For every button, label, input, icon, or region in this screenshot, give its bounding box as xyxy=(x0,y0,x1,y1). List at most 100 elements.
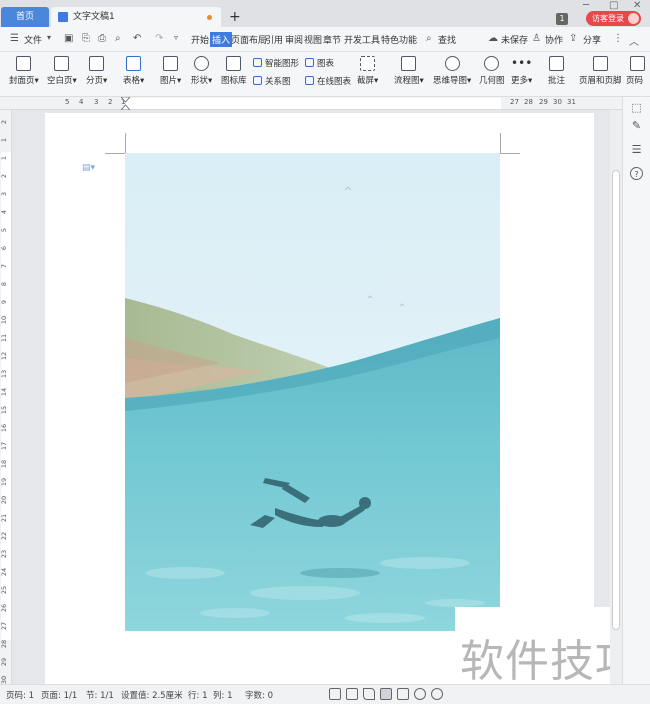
menu-item-3[interactable]: 引用 xyxy=(265,33,283,46)
share-icon[interactable]: ⇪ xyxy=(569,33,577,44)
export-icon[interactable]: ⎘ xyxy=(82,33,90,44)
online-chart-button[interactable]: 在线图表 xyxy=(305,75,351,87)
status-row[interactable]: 行: 1 xyxy=(188,689,207,701)
collapse-ribbon-icon[interactable]: ︿ xyxy=(629,33,639,48)
status-page-num[interactable]: 页码: 1 xyxy=(6,689,34,701)
table-label: 表格 xyxy=(123,76,141,86)
status-setting[interactable]: 设置值: 2.5厘米 xyxy=(121,689,183,701)
vertical-ruler[interactable]: 2 1 1 2 3 4 5 6 7 8 9 10 11 12 13 14 15 16 17 18 19 20 21 22 23 2… xyxy=(0,110,12,684)
help-icon[interactable]: ? xyxy=(630,167,643,180)
document-icon xyxy=(58,12,68,22)
picture-button[interactable]: 图片▾ xyxy=(160,56,181,86)
menu-item-4[interactable]: 审阅 xyxy=(285,33,303,46)
preview-icon[interactable]: ⌕ xyxy=(115,33,121,44)
menu-item-0[interactable]: 开始 xyxy=(191,33,209,46)
smart-shape-button[interactable]: 智能图形 xyxy=(253,57,299,69)
status-pages[interactable]: 页面: 1/1 xyxy=(41,689,77,701)
shape-icon xyxy=(194,56,210,71)
menu-item-6[interactable]: 章节 xyxy=(323,33,341,46)
tab-home[interactable]: 首页 xyxy=(1,7,49,27)
menu-item-5[interactable]: 视图 xyxy=(304,33,322,46)
vertical-ruler-number: 27 xyxy=(0,622,8,630)
menu-item-7[interactable]: 开发工具 xyxy=(344,33,380,46)
menu-item-8[interactable]: 特色功能 xyxy=(381,33,417,46)
save-icon[interactable]: ▣ xyxy=(64,33,73,44)
comment-button[interactable]: 批注 xyxy=(548,56,565,86)
page-number-icon xyxy=(630,56,645,71)
relation-button[interactable]: 关系图 xyxy=(253,75,291,87)
shape-label: 形状 xyxy=(191,76,209,86)
share-label[interactable]: 分享 xyxy=(583,33,601,46)
chart-button[interactable]: 图表 xyxy=(305,57,334,69)
photo-graphic xyxy=(125,153,500,631)
settings-sliders-icon[interactable]: ☰ xyxy=(630,143,643,156)
print-icon[interactable]: ⎙ xyxy=(98,33,106,44)
ellipsis-icon: ••• xyxy=(511,56,533,70)
more-icon[interactable]: ⋮ xyxy=(613,33,623,44)
web-view-icon[interactable] xyxy=(414,688,426,700)
shape-button[interactable]: 形状▾ xyxy=(191,56,212,86)
reading-view-icon[interactable] xyxy=(346,688,358,700)
scrollbar-thumb[interactable] xyxy=(612,170,620,630)
document-icon[interactable]: ▤▾ xyxy=(82,163,95,173)
page-number-button[interactable]: 页码 xyxy=(626,56,650,86)
more-button[interactable]: ••• 更多▾ xyxy=(511,56,532,86)
undo-icon[interactable]: ↶ xyxy=(133,33,141,44)
pen-icon[interactable]: ✎ xyxy=(630,119,643,132)
customize-icon[interactable]: ▿ xyxy=(174,33,178,42)
menu-item-2[interactable]: 页面布局 xyxy=(231,33,267,46)
header-footer-button[interactable]: 页眉和页脚 xyxy=(579,56,622,86)
document-page[interactable]: ▤▾ ↵ xyxy=(45,113,594,684)
tab-document[interactable]: 文字文稿1 xyxy=(51,7,221,27)
vertical-ruler-number: 26 xyxy=(0,604,8,612)
outline-view-icon[interactable] xyxy=(397,688,409,700)
flowchart-button[interactable]: 流程图▾ xyxy=(394,56,424,86)
vertical-ruler-number: 20 xyxy=(0,496,8,504)
flowchart-icon xyxy=(401,56,417,71)
mindmap-button[interactable]: 思维导图▾ xyxy=(433,56,471,86)
vertical-scrollbar[interactable] xyxy=(610,110,622,684)
fullscreen-view-icon[interactable] xyxy=(329,688,341,700)
edit-pen-icon[interactable] xyxy=(363,688,375,700)
maximize-button[interactable]: □ xyxy=(609,0,618,11)
vertical-ruler-number: 30 xyxy=(0,676,8,684)
search-icon[interactable]: ⌕ xyxy=(426,33,432,44)
menu-item-1[interactable]: 插入 xyxy=(210,32,233,47)
login-button[interactable]: 访客登录 xyxy=(586,11,641,26)
status-word-count[interactable]: 字数: 0 xyxy=(245,689,273,701)
cloud-icon[interactable]: ☁ xyxy=(488,33,498,44)
unsaved-label[interactable]: 未保存 xyxy=(501,33,528,46)
redo-icon[interactable]: ↷ xyxy=(155,33,163,44)
menu-file[interactable]: 文件 xyxy=(24,33,42,46)
status-col[interactable]: 列: 1 xyxy=(213,689,232,701)
header-footer-label: 页眉和页脚 xyxy=(579,76,622,86)
new-tab-button[interactable]: + xyxy=(229,8,241,26)
user-icon[interactable]: ♙ xyxy=(532,33,541,44)
chevron-down-icon[interactable]: ▾ xyxy=(47,33,51,42)
icon-library-button[interactable]: 图标库 xyxy=(221,56,247,86)
cover-button[interactable]: 封面页▾ xyxy=(9,56,39,86)
underwater-photo[interactable] xyxy=(125,153,500,631)
page-break-button[interactable]: 分页▾ xyxy=(86,56,107,86)
eye-protection-icon[interactable] xyxy=(431,688,443,700)
vertical-ruler-number: 25 xyxy=(0,586,8,594)
notification-badge[interactable]: 1 xyxy=(556,13,568,25)
horizontal-ruler[interactable]: 5 4 3 2 1 27 28 29 30 31 xyxy=(0,97,650,110)
page-view-icon[interactable] xyxy=(380,688,392,700)
document-canvas[interactable]: ▤▾ ↵ xyxy=(12,110,610,684)
collaborate-label[interactable]: 协作 xyxy=(545,33,563,46)
select-icon[interactable]: ⬚ xyxy=(630,101,643,114)
close-button[interactable]: ✕ xyxy=(633,0,641,11)
screenshot-button[interactable]: 截屏▾ xyxy=(357,56,378,86)
vertical-ruler-number: 18 xyxy=(0,460,8,468)
search-label[interactable]: 查找 xyxy=(438,33,456,46)
hamburger-icon[interactable]: ☰ xyxy=(10,33,19,44)
geometry-button[interactable]: 几何图 xyxy=(479,56,505,86)
blank-page-icon xyxy=(54,56,70,71)
blank-page-button[interactable]: 空白页▾ xyxy=(47,56,77,86)
minimize-button[interactable]: ─ xyxy=(583,0,589,11)
table-button[interactable]: 表格▾ xyxy=(123,56,144,86)
relation-icon xyxy=(253,76,262,85)
indent-marker-icon[interactable] xyxy=(121,97,130,110)
status-section[interactable]: 节: 1/1 xyxy=(86,689,114,701)
